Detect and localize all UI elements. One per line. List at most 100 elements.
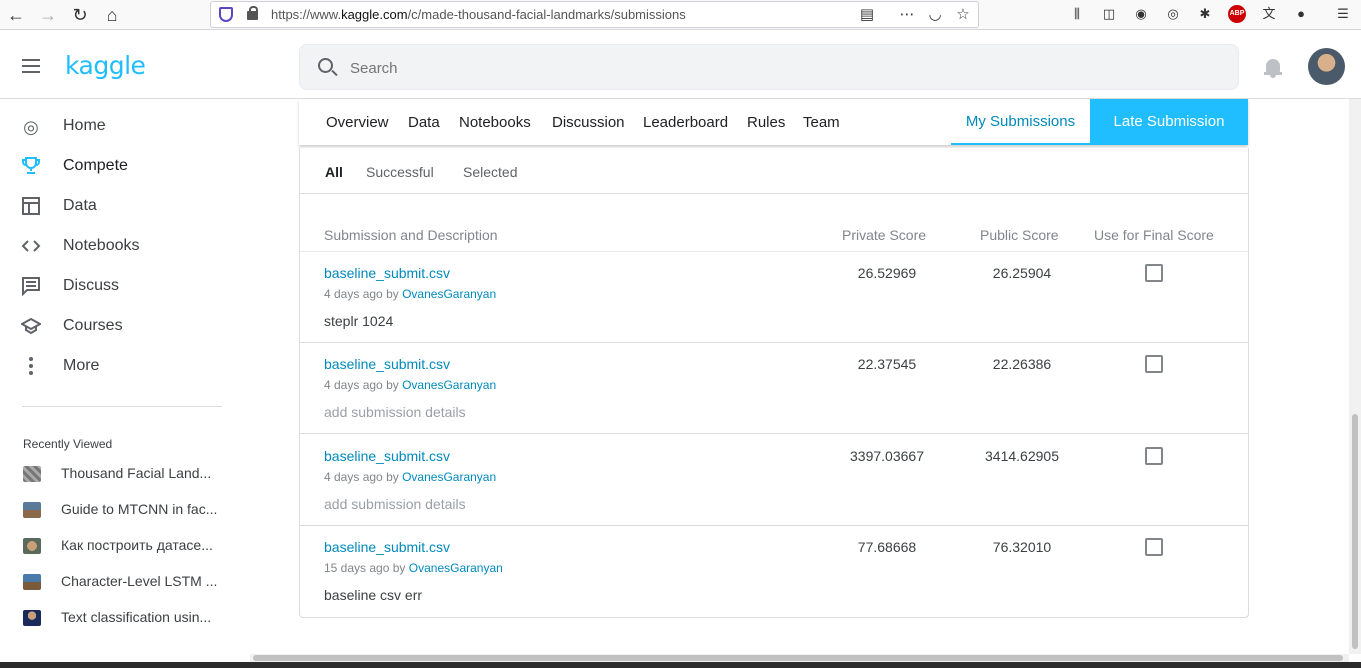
submission-file-link[interactable]: baseline_submit.csv	[324, 356, 450, 372]
kaggle-logo[interactable]: kaggle	[65, 51, 146, 80]
reader-icon[interactable]: ▤	[857, 5, 877, 25]
user-avatar[interactable]	[1308, 48, 1345, 85]
submission-user-link[interactable]: OvanesGaranyan	[402, 287, 496, 301]
submission-user-link[interactable]: OvanesGaranyan	[402, 378, 496, 392]
search-box[interactable]	[299, 44, 1239, 90]
final-score-checkbox[interactable]	[1145, 447, 1163, 465]
sidebar-item-discuss[interactable]: Discuss	[20, 272, 240, 302]
submission-description[interactable]: add submission details	[324, 404, 466, 420]
recent-item[interactable]: Thousand Facial Land...	[23, 462, 238, 486]
column-header-private-score: Private Score	[842, 227, 927, 243]
sidebar-item-data[interactable]: Data	[20, 192, 240, 222]
forward-icon[interactable]: →	[36, 3, 60, 27]
sidebar-item-label: Data	[63, 197, 97, 214]
column-header-submission: Submission and Description	[324, 227, 498, 243]
vertical-scrollbar[interactable]	[1349, 99, 1361, 654]
private-score: 22.37545	[857, 356, 917, 372]
home-icon[interactable]: ⌂	[100, 3, 124, 27]
sidebar-item-more[interactable]: More	[20, 352, 240, 382]
recent-thumbnail	[23, 502, 41, 518]
sidebar-item-courses[interactable]: Courses	[19, 312, 240, 342]
recent-thumbnail	[23, 538, 41, 554]
extension2-icon[interactable]: ●	[1292, 5, 1310, 23]
recent-thumbnail	[23, 574, 41, 590]
pocket-icon[interactable]: ◡	[925, 5, 945, 25]
submission-description[interactable]: add submission details	[324, 496, 466, 512]
notifications-bell-icon[interactable]	[1264, 58, 1282, 78]
submission-file-link[interactable]: baseline_submit.csv	[324, 539, 450, 555]
recent-item[interactable]: Guide to MTCNN in fac...	[23, 498, 238, 522]
submission-user-link[interactable]: OvanesGaranyan	[409, 561, 503, 575]
browser-toolbar: ← → ↻ ⌂ https://www.kaggle.com/c/made-th…	[0, 0, 1361, 30]
tab-overview[interactable]: Overview	[326, 114, 389, 131]
tab-notebooks[interactable]: Notebooks	[459, 114, 531, 131]
tracking-shield-icon[interactable]	[219, 7, 233, 22]
trophy-icon	[20, 156, 42, 178]
public-score: 76.32010	[992, 539, 1052, 555]
recent-item[interactable]: Character-Level LSTM ...	[23, 570, 238, 594]
back-icon[interactable]: ←	[4, 3, 28, 27]
hamburger-menu-icon[interactable]	[22, 59, 40, 73]
submission-row: baseline_submit.csv 15 days ago by Ovane…	[300, 526, 1248, 617]
private-score: 26.52969	[857, 265, 917, 281]
tab-data[interactable]: Data	[408, 114, 440, 131]
column-header-public-score: Public Score	[980, 227, 1059, 243]
extension-icon[interactable]: ✱	[1196, 5, 1214, 23]
tab-rules[interactable]: Rules	[747, 114, 785, 131]
public-score: 22.26386	[992, 356, 1052, 372]
submission-row: baseline_submit.csv 4 days ago by Ovanes…	[300, 252, 1248, 343]
recent-item[interactable]: Как построить датасе...	[23, 534, 238, 558]
url-bar[interactable]: https://www.kaggle.com/c/made-thousand-f…	[210, 1, 979, 28]
submission-file-link[interactable]: baseline_submit.csv	[324, 448, 450, 464]
sidebar-item-notebooks[interactable]: Notebooks	[20, 232, 240, 262]
submission-file-link[interactable]: baseline_submit.csv	[324, 265, 450, 281]
filter-selected[interactable]: Selected	[463, 164, 517, 180]
more-icon[interactable]: ⋯	[897, 5, 917, 25]
column-header-final-score: Use for Final Score	[1094, 227, 1214, 243]
submissions-panel: All Successful Selected Submission and D…	[299, 148, 1249, 618]
vertical-scroll-thumb[interactable]	[1352, 414, 1358, 649]
final-score-checkbox[interactable]	[1145, 538, 1163, 556]
submission-row: baseline_submit.csv 4 days ago by Ovanes…	[300, 435, 1248, 526]
sync-icon[interactable]: ◎	[1164, 5, 1182, 23]
bookmark-star-icon[interactable]: ☆	[953, 5, 973, 25]
translate-icon[interactable]: 文	[1260, 5, 1278, 23]
submission-description[interactable]: steplr 1024	[324, 313, 393, 329]
horizontal-scrollbar[interactable]	[250, 654, 1349, 662]
recent-thumbnail	[23, 610, 41, 626]
filter-all[interactable]: All	[325, 164, 343, 180]
tab-discussion[interactable]: Discussion	[552, 114, 625, 131]
submission-meta: 4 days ago by OvanesGaranyan	[324, 378, 497, 392]
recent-item-label: Text classification usin...	[61, 609, 212, 625]
menu-icon[interactable]: ☰	[1334, 5, 1352, 23]
competition-tabs: Overview Data Notebooks Discussion Leade…	[299, 99, 1248, 145]
recent-thumbnail	[23, 466, 41, 482]
late-submission-button[interactable]: Late Submission	[1090, 99, 1248, 145]
lock-icon[interactable]	[247, 6, 258, 20]
account-icon[interactable]: ◉	[1132, 5, 1150, 23]
library-icon[interactable]: ⫼	[1068, 5, 1086, 23]
public-score: 3414.62905	[985, 448, 1059, 464]
recent-item[interactable]: Text classification usin...	[23, 606, 238, 630]
horizontal-scroll-thumb[interactable]	[253, 655, 1343, 661]
submission-description[interactable]: baseline csv err	[324, 587, 422, 603]
sidebar-item-compete[interactable]: Compete	[20, 152, 240, 182]
final-score-checkbox[interactable]	[1145, 264, 1163, 282]
tab-my-submissions[interactable]: My Submissions	[951, 99, 1090, 145]
os-taskbar	[0, 662, 1361, 668]
sidebar-item-label: Compete	[63, 157, 128, 174]
sidebar-item-home[interactable]: ◎ Home	[20, 112, 240, 142]
url-text[interactable]: https://www.kaggle.com/c/made-thousand-f…	[271, 7, 686, 22]
search-input[interactable]	[350, 57, 1210, 79]
submission-user-link[interactable]: OvanesGaranyan	[402, 470, 496, 484]
recent-item-label: Character-Level LSTM ...	[61, 573, 218, 589]
tab-leaderboard[interactable]: Leaderboard	[643, 114, 728, 131]
recent-item-label: Как построить датасе...	[61, 537, 213, 553]
tab-team[interactable]: Team	[803, 114, 840, 131]
reload-icon[interactable]: ↻	[68, 3, 92, 27]
final-score-checkbox[interactable]	[1145, 355, 1163, 373]
adblock-icon[interactable]: ABP	[1228, 5, 1246, 23]
filter-successful[interactable]: Successful	[366, 164, 434, 180]
sidebar-item-label: More	[63, 357, 100, 374]
sidebar-icon[interactable]: ◫	[1100, 5, 1118, 23]
